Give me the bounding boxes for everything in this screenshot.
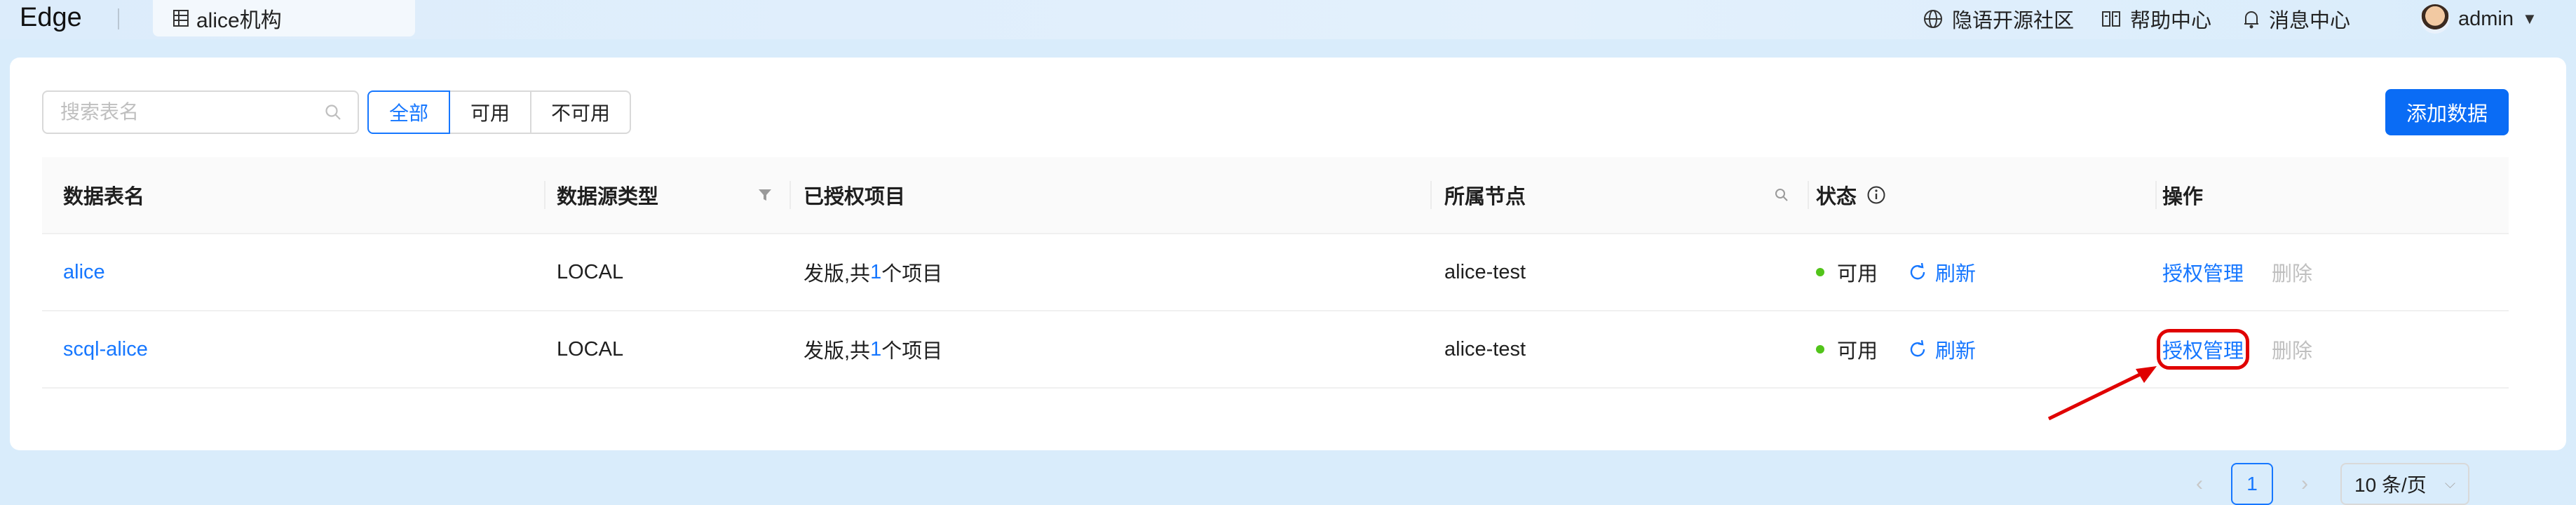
table-icon	[173, 10, 189, 27]
authorized-prefix: 发版,共	[804, 340, 871, 363]
data-table: 数据表名 数据源类型 已授权项目 所属节点 状态 操作 alice LOCAL …	[42, 157, 2509, 389]
authorized-count-link[interactable]: 1	[870, 338, 881, 361]
globe-icon	[1924, 10, 1942, 28]
authorized-count-link[interactable]: 1	[870, 261, 881, 284]
authorized-projects-cell: 发版,共 1 个项目	[804, 234, 942, 310]
user-name: admin	[2458, 7, 2514, 30]
column-search-icon[interactable]	[1774, 157, 1789, 233]
refresh-button[interactable]: 刷新	[1909, 335, 1976, 364]
authorized-suffix: 个项目	[881, 340, 943, 363]
next-page-icon[interactable]: ›	[2301, 472, 2308, 496]
column-divider	[789, 181, 791, 209]
add-data-button[interactable]: 添加数据	[2385, 89, 2509, 135]
org-tab-label: alice机构	[196, 9, 282, 32]
refresh-icon	[1910, 340, 1925, 357]
delete-link[interactable]: 删除	[2272, 311, 2312, 387]
column-divider	[1430, 181, 1432, 209]
nav-messages-label: 消息中心	[2269, 10, 2351, 32]
org-tab[interactable]: alice机构	[153, 0, 415, 36]
auth-manage-link[interactable]: 授权管理	[2162, 234, 2244, 310]
brand-divider	[118, 8, 119, 29]
status-cell: 可用 刷新	[1816, 234, 1976, 310]
info-icon[interactable]	[1866, 185, 1886, 205]
column-divider	[2155, 181, 2157, 209]
column-header-authorized-projects: 已授权项目	[804, 186, 906, 208]
status-dot	[1816, 268, 1824, 276]
status-filter: 全部 可用 不可用	[367, 90, 631, 134]
refresh-label: 刷新	[1935, 263, 1977, 285]
column-divider	[544, 181, 545, 209]
book-icon	[2102, 11, 2120, 27]
chevron-down-icon: ⌵	[2444, 476, 2455, 492]
column-header-status: 状态	[1816, 186, 1857, 208]
brand-logo-text: Edge	[20, 3, 82, 32]
refresh-label: 刷新	[1935, 340, 1977, 363]
nav-community[interactable]: 隐语开源社区	[1923, 4, 2074, 34]
status-cell: 可用 刷新	[1816, 311, 1976, 387]
filter-icon[interactable]	[757, 157, 773, 233]
column-header-status-wrap: 状态	[1816, 157, 1886, 233]
page-size-select[interactable]: 10 条/页 ⌵	[2340, 463, 2469, 505]
source-type-cell: LOCAL	[557, 260, 624, 283]
nav-messages[interactable]: 消息中心	[2242, 4, 2350, 34]
table-name-link[interactable]: scql-alice	[63, 311, 148, 387]
authorized-projects-cell: 发版,共 1 个项目	[804, 311, 942, 387]
nav-community-label: 隐语开源社区	[1952, 10, 2075, 32]
filter-all[interactable]: 全部	[367, 90, 450, 134]
source-type-cell: LOCAL	[557, 337, 624, 361]
authorized-suffix: 个项目	[881, 263, 943, 285]
column-header-actions: 操作	[2162, 186, 2204, 208]
status-dot	[1816, 345, 1824, 354]
filter-available[interactable]: 可用	[449, 90, 531, 134]
avatar	[2420, 4, 2450, 34]
column-header-source-type: 数据源类型	[557, 186, 659, 208]
table-row: alice LOCAL 发版,共 1 个项目 alice-test 可用 刷新 授权…	[42, 234, 2509, 311]
page-number-current[interactable]: 1	[2231, 463, 2273, 505]
status-badge: 可用	[1837, 263, 1878, 285]
refresh-button[interactable]: 刷新	[1909, 257, 1976, 287]
search-icon[interactable]	[324, 103, 342, 121]
caret-down-icon: ▼	[2522, 10, 2537, 27]
table-name-link[interactable]: alice	[63, 234, 105, 310]
status-badge: 可用	[1837, 340, 1878, 363]
user-menu[interactable]: admin ▼	[2420, 4, 2537, 34]
pagination: ‹ 1 › 10 条/页 ⌵	[2196, 463, 2469, 505]
auth-manage-cell: 授权管理	[2156, 311, 2250, 387]
column-divider	[1808, 181, 1809, 209]
top-bar: Edge alice机构 隐语开源社区 帮助中心 消息中心 admin ▼	[0, 0, 2576, 39]
table-header: 数据表名 数据源类型 已授权项目 所属节点 状态 操作	[42, 157, 2509, 234]
prev-page-icon[interactable]: ‹	[2196, 472, 2203, 496]
main-panel: 全部 可用 不可用 添加数据 数据表名 数据源类型 已授权项目 所属节点	[10, 58, 2566, 505]
filter-unavailable[interactable]: 不可用	[530, 90, 631, 134]
nav-help-label: 帮助中心	[2130, 10, 2212, 32]
page-size-label: 10 条/页	[2354, 474, 2427, 496]
node-cell: alice-test	[1444, 337, 1526, 361]
delete-link[interactable]: 删除	[2272, 234, 2312, 310]
bell-icon	[2244, 11, 2258, 29]
refresh-icon	[1910, 263, 1925, 280]
column-header-name: 数据表名	[63, 186, 145, 208]
search-input[interactable]	[59, 100, 324, 124]
column-header-node: 所属节点	[1444, 186, 1526, 208]
authorized-prefix: 发版,共	[804, 263, 871, 285]
node-cell: alice-test	[1444, 260, 1526, 283]
auth-manage-link[interactable]: 授权管理	[2156, 329, 2250, 370]
annotation-arrow	[2047, 366, 2157, 421]
nav-help[interactable]: 帮助中心	[2101, 4, 2211, 34]
search-box[interactable]	[42, 90, 359, 134]
